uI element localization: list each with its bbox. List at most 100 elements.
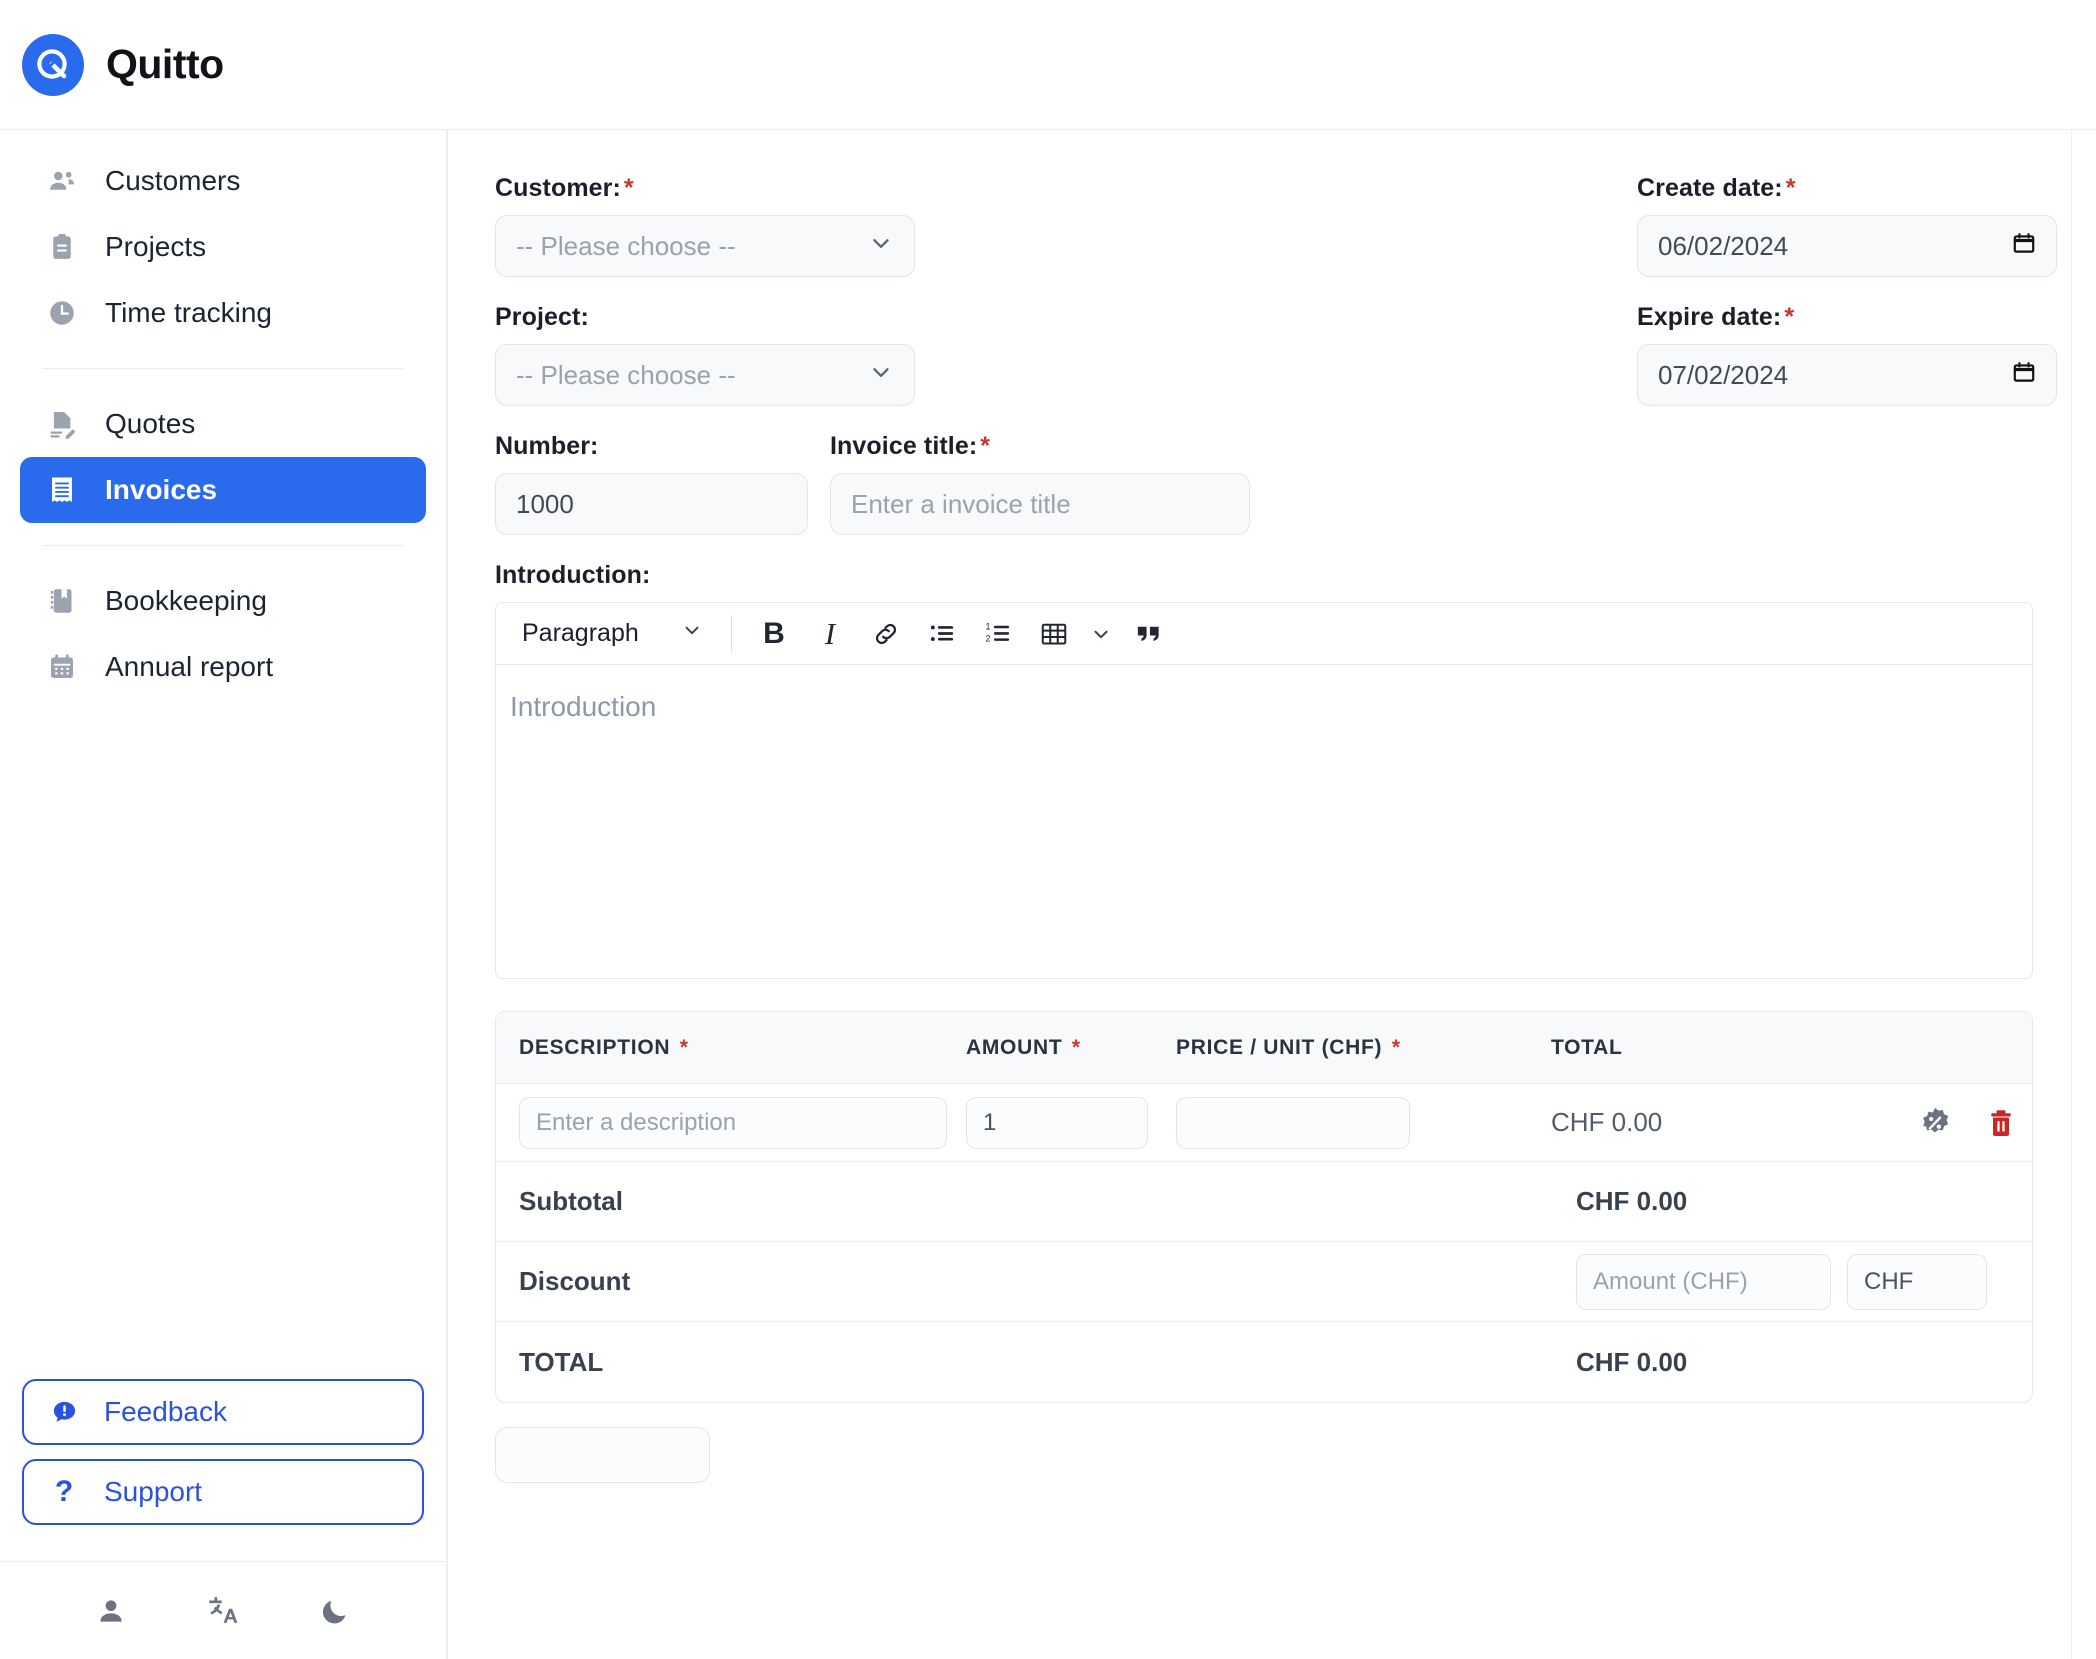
project-label: Project:: [495, 303, 589, 331]
page-right-rail: [2072, 130, 2096, 1659]
sidebar-group-accounting: Bookkeeping Annual report: [20, 568, 426, 700]
total-value: CHF 0.00: [1576, 1346, 1688, 1377]
sidebar-item-projects[interactable]: Projects: [20, 214, 426, 280]
customer-select-value: -- Please choose --: [516, 230, 736, 261]
table-dropdown-icon[interactable]: [1084, 611, 1118, 657]
invoice-title-label: Invoice title: *: [830, 432, 991, 460]
customer-select[interactable]: -- Please choose --: [495, 215, 915, 277]
add-line-item-button[interactable]: [495, 1427, 710, 1483]
discount-label: Discount: [519, 1266, 631, 1296]
expire-date-label: Expire date: *: [1637, 303, 1795, 331]
discount-currency-select[interactable]: CHF: [1847, 1253, 1987, 1310]
sidebar-item-quotes[interactable]: Quotes: [20, 391, 426, 457]
editor-placeholder: Introduction: [510, 691, 657, 722]
project-select[interactable]: -- Please choose --: [495, 344, 915, 406]
sidebar-actions: Feedback ? Support: [0, 1379, 446, 1561]
sidebar: Customers Projects Time tracking Quotes …: [0, 130, 447, 1659]
required-marker: *: [679, 1035, 689, 1059]
calendar-icon: [46, 651, 78, 683]
app-title: Quitto: [106, 41, 224, 87]
description-input[interactable]: Enter a description: [519, 1096, 947, 1149]
introduction-field: Introduction: Paragraph B I 1 2 Introduc…: [495, 561, 2033, 979]
editor-content-area[interactable]: Introduction: [496, 665, 2032, 978]
cell-row-actions: [1881, 1106, 2016, 1140]
calendar-picker-icon[interactable]: [2011, 360, 2037, 391]
amount-input[interactable]: 1: [966, 1096, 1148, 1149]
percent-badge-icon[interactable]: [1918, 1106, 1952, 1140]
discount-currency-value: CHF: [1864, 1267, 1914, 1295]
required-marker: *: [980, 432, 991, 460]
feedback-button[interactable]: Feedback: [22, 1379, 424, 1445]
sidebar-item-annual-report[interactable]: Annual report: [20, 634, 426, 700]
block-format-select[interactable]: Paragraph: [510, 612, 715, 656]
number-value: 1000: [516, 488, 574, 519]
sidebar-item-label: Invoices: [105, 474, 218, 505]
create-date-label: Create date: *: [1637, 174, 1796, 202]
bold-icon[interactable]: B: [748, 611, 800, 657]
sidebar-item-label: Time tracking: [105, 297, 273, 328]
sidebar-divider-1: [42, 368, 404, 369]
document-edit-icon: [46, 408, 78, 440]
block-format-value: Paragraph: [522, 619, 639, 647]
number-title-row: Number: 1000 Invoice title: * Enter a inv…: [495, 432, 2033, 561]
table-row: Enter a description 1 CHF 0.00: [496, 1084, 2032, 1162]
required-marker: *: [623, 174, 634, 202]
number-field: Number: 1000: [495, 432, 808, 535]
discount-amount-input[interactable]: Amount (CHF): [1576, 1253, 1831, 1310]
create-date-field: Create date: * 06/02/2024: [1637, 174, 2057, 277]
cell-price-unit: [1176, 1096, 1551, 1149]
italic-icon[interactable]: I: [804, 611, 856, 657]
sidebar-group-workspace: Customers Projects Time tracking: [20, 148, 426, 346]
project-field: Project: -- Please choose --: [495, 303, 1264, 406]
line-items-header-row: DESCRIPTION * AMOUNT * PRICE / UNIT (CHF…: [496, 1012, 2032, 1084]
summary-row-discount: Discount Amount (CHF) CHF: [496, 1242, 2032, 1322]
toolbar-divider: [731, 614, 732, 653]
brand-logo[interactable]: Quitto: [22, 33, 224, 96]
link-icon[interactable]: [860, 611, 912, 657]
support-button[interactable]: ? Support: [22, 1459, 424, 1525]
form-column-right: Create date: * 06/02/2024 Expire date: *…: [1264, 174, 2057, 432]
expire-date-field: Expire date: * 07/02/2024: [1637, 303, 2057, 406]
rich-text-editor: Paragraph B I 1 2 Introduction: [495, 602, 2033, 979]
calendar-picker-icon[interactable]: [2011, 231, 2037, 262]
sidebar-item-bookkeeping[interactable]: Bookkeeping: [20, 568, 426, 634]
translate-icon[interactable]: [206, 1594, 240, 1628]
blockquote-icon[interactable]: [1122, 611, 1174, 657]
amount-value: 1: [983, 1108, 997, 1136]
create-date-wrapper: 06/02/2024: [1637, 215, 2057, 277]
sidebar-item-label: Annual report: [105, 651, 274, 682]
sidebar-divider-2: [42, 545, 404, 546]
row-total-value: CHF 0.00: [1551, 1107, 1663, 1137]
subtotal-label: Subtotal: [519, 1186, 623, 1216]
table-icon[interactable]: [1028, 611, 1080, 657]
summary-row-total: TOTAL CHF 0.00: [496, 1322, 2032, 1402]
invoice-title-input[interactable]: Enter a invoice title: [830, 473, 1250, 535]
create-date-value: 06/02/2024: [1658, 230, 1789, 261]
number-label: Number:: [495, 432, 599, 460]
sidebar-item-customers[interactable]: Customers: [20, 148, 426, 214]
required-marker: *: [1071, 1035, 1081, 1059]
expire-date-wrapper: 07/02/2024: [1637, 344, 2057, 406]
cell-description: Enter a description: [496, 1096, 966, 1149]
chevron-down-icon: [681, 619, 703, 648]
column-header-amount: AMOUNT *: [966, 1035, 1081, 1059]
price-unit-input[interactable]: [1176, 1096, 1410, 1149]
subtotal-value: CHF 0.00: [1576, 1186, 1688, 1216]
sidebar-group-billing: Quotes Invoices: [20, 391, 426, 523]
required-marker: *: [1391, 1035, 1401, 1059]
sidebar-item-time-tracking[interactable]: Time tracking: [20, 280, 426, 346]
app-header: Quitto: [0, 0, 2096, 130]
sidebar-item-invoices[interactable]: Invoices: [20, 457, 426, 523]
dark-mode-moon-icon[interactable]: [318, 1594, 352, 1628]
create-date-input[interactable]: 06/02/2024: [1637, 215, 2057, 277]
description-placeholder: Enter a description: [536, 1108, 737, 1136]
numbered-list-icon[interactable]: 1 2: [972, 611, 1024, 657]
account-icon[interactable]: [94, 1594, 128, 1628]
sidebar-item-label: Bookkeeping: [105, 585, 267, 616]
number-input[interactable]: 1000: [495, 473, 808, 535]
svg-text:2: 2: [985, 634, 990, 644]
bulleted-list-icon[interactable]: [916, 611, 968, 657]
trash-icon[interactable]: [1986, 1108, 2016, 1138]
expire-date-input[interactable]: 07/02/2024: [1637, 344, 2057, 406]
line-items-table: DESCRIPTION * AMOUNT * PRICE / UNIT (CHF…: [495, 1011, 2033, 1403]
